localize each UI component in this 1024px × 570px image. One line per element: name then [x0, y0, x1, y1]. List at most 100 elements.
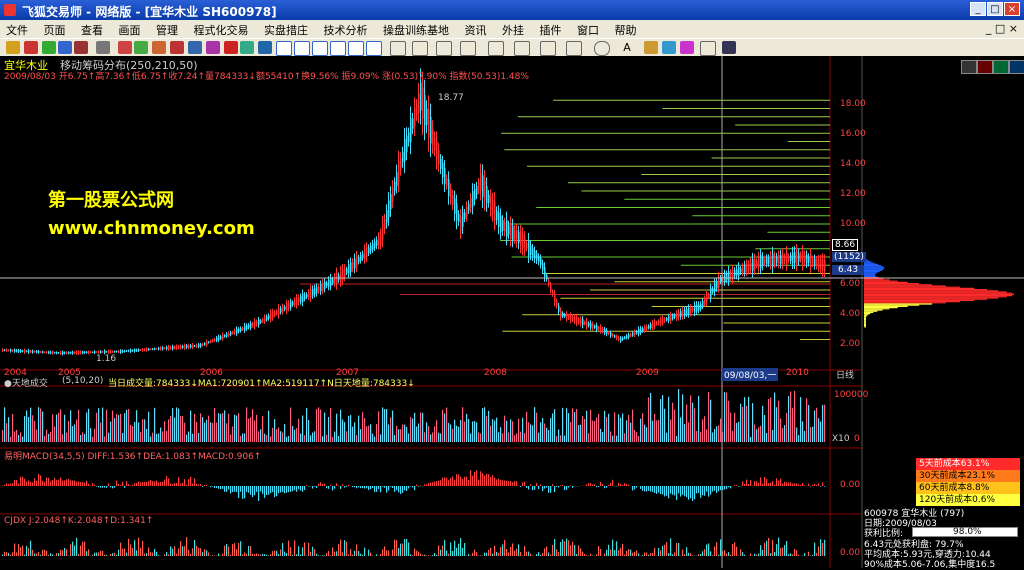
- macd-bar: [820, 486, 821, 487]
- volume-bar: [50, 432, 51, 442]
- window2-icon[interactable]: [294, 41, 310, 56]
- chip-settings-icon[interactable]: [961, 60, 977, 74]
- f10-icon[interactable]: [152, 41, 166, 54]
- candle-body: [658, 321, 660, 324]
- candle-body: [416, 105, 418, 116]
- formula-icon[interactable]: [206, 41, 220, 54]
- volume-bar: [512, 421, 513, 442]
- open-icon[interactable]: [6, 41, 20, 54]
- erase-icon[interactable]: [644, 41, 658, 54]
- close-button[interactable]: ×: [1004, 2, 1020, 16]
- window6-icon[interactable]: [366, 41, 382, 56]
- cjdx-bar: [396, 540, 397, 556]
- candle-body: [108, 351, 110, 353]
- chart-icon[interactable]: [240, 41, 254, 54]
- save-icon[interactable]: [722, 41, 736, 54]
- window4-icon[interactable]: [330, 41, 346, 56]
- menu-window[interactable]: 窗口: [571, 20, 605, 40]
- period-label[interactable]: 日线: [836, 368, 854, 381]
- candle-body: [496, 211, 498, 220]
- minus-icon[interactable]: [74, 41, 88, 54]
- menu-plugins-ext[interactable]: 外挂: [496, 20, 530, 40]
- angle-tool-icon[interactable]: [540, 41, 556, 56]
- volume-bar: [652, 421, 653, 442]
- chart-area[interactable]: 宜华木业 移动筹码分布(250,210,50) 2009/08/03 开6.75…: [0, 56, 1024, 568]
- menu-page[interactable]: 页面: [38, 20, 72, 40]
- ellipse-tool-icon[interactable]: [594, 41, 610, 56]
- stock-icon[interactable]: [24, 41, 38, 54]
- add-icon[interactable]: [42, 41, 56, 54]
- cjdx-bar: [10, 555, 11, 556]
- menu-program-trading[interactable]: 程式化交易: [188, 20, 255, 40]
- cjdx-bar: [740, 549, 741, 556]
- candle-body: [264, 317, 266, 322]
- window3-icon[interactable]: [312, 41, 328, 56]
- line-tool-icon[interactable]: [412, 41, 428, 56]
- mdi-controls[interactable]: _ □ ×: [986, 22, 1018, 35]
- cjdx-bar: [192, 548, 193, 556]
- macd-bar: [554, 486, 555, 492]
- volume-bar: [306, 408, 307, 442]
- paint-icon[interactable]: [662, 41, 676, 54]
- candle-body: [804, 254, 806, 262]
- menu-training[interactable]: 操盘训练基地: [377, 20, 455, 40]
- macd-bar: [324, 484, 325, 486]
- menu-view[interactable]: 查看: [75, 20, 109, 40]
- volume-bar: [370, 424, 371, 442]
- chart-canvas[interactable]: [0, 56, 1024, 568]
- macd-bar: [278, 486, 279, 493]
- channel-tool-icon[interactable]: [460, 41, 476, 56]
- macd-bar: [376, 486, 377, 492]
- macd-bar: [150, 480, 151, 486]
- color-icon[interactable]: [680, 41, 694, 54]
- cjdx-bar: [436, 555, 437, 556]
- cjdx-bar: [486, 553, 487, 556]
- restore-button[interactable]: □: [987, 2, 1003, 16]
- candle-body: [334, 276, 336, 283]
- record-icon[interactable]: [224, 41, 238, 54]
- news-icon[interactable]: [170, 41, 184, 54]
- chip-arrow-icon[interactable]: [993, 60, 1009, 74]
- pointer-icon[interactable]: [390, 41, 406, 56]
- chip-color-icon[interactable]: [977, 60, 993, 74]
- rights-icon[interactable]: [96, 41, 110, 54]
- menu-info[interactable]: 资讯: [459, 20, 493, 40]
- menu-help[interactable]: 帮助: [609, 20, 643, 40]
- volume-bar: [432, 432, 433, 442]
- volume-bar: [814, 410, 815, 442]
- plus-icon[interactable]: [58, 41, 72, 54]
- window1-icon[interactable]: [276, 41, 292, 56]
- window5-icon[interactable]: [348, 41, 364, 56]
- menu-canvas[interactable]: 画面: [113, 20, 147, 40]
- chip-move-icon[interactable]: [1009, 60, 1024, 74]
- menu-file[interactable]: 文件: [0, 20, 34, 40]
- volume-bar: [74, 424, 75, 442]
- cjdx-bar: [282, 543, 283, 556]
- volume-bar: [792, 408, 793, 442]
- rect-tool-icon[interactable]: [566, 41, 582, 56]
- volume-bar: [394, 435, 395, 442]
- minimize-button[interactable]: _: [970, 2, 986, 16]
- compare-icon[interactable]: [118, 41, 132, 54]
- menu-live-trading[interactable]: 实盘措庄: [258, 20, 314, 40]
- volume-bar: [500, 427, 501, 442]
- text-tool-icon[interactable]: A: [620, 41, 634, 54]
- volume-bar: [654, 414, 655, 442]
- volume-bar: [60, 409, 61, 442]
- grid-icon[interactable]: [700, 41, 716, 56]
- candle-body: [118, 351, 120, 353]
- candle-body: [726, 274, 728, 280]
- cjdx-bar: [38, 552, 39, 556]
- stats-icon[interactable]: [134, 41, 148, 54]
- fan-tool-icon[interactable]: [488, 41, 504, 56]
- trend-tool-icon[interactable]: [514, 41, 530, 56]
- layout-icon[interactable]: [258, 41, 272, 54]
- parallel-tool-icon[interactable]: [436, 41, 452, 56]
- candle-body: [366, 247, 368, 257]
- alert-icon[interactable]: [188, 41, 202, 54]
- menu-tech-analysis[interactable]: 技术分析: [318, 20, 374, 40]
- menu-plugins[interactable]: 插件: [534, 20, 568, 40]
- candle-body: [138, 349, 140, 351]
- candle-body: [88, 351, 90, 353]
- menu-manage[interactable]: 管理: [150, 20, 184, 40]
